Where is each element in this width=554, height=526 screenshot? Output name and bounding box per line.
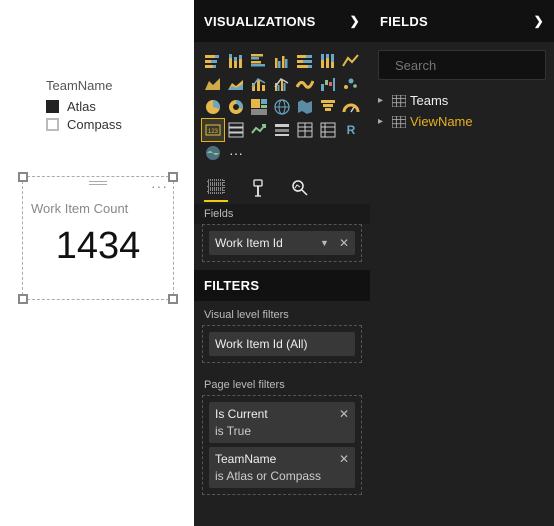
line-stacked-column-icon[interactable] [248, 73, 270, 95]
arcgis-map-icon[interactable] [202, 142, 224, 164]
stacked-column-chart-icon[interactable] [225, 50, 247, 72]
slicer-option[interactable]: Atlas [46, 99, 122, 114]
filled-map-icon[interactable] [294, 96, 316, 118]
slicer-option-label: Compass [67, 117, 122, 132]
svg-text:123: 123 [208, 129, 219, 135]
line-clustered-column-icon[interactable] [271, 73, 293, 95]
scatter-chart-icon[interactable] [340, 73, 362, 95]
pane-title: VISUALIZATIONS [204, 14, 316, 29]
visualizations-pane: VISUALIZATIONS ❯ 123 R [194, 0, 370, 526]
filter-chip[interactable]: Is Current ✕ is True [209, 402, 355, 443]
resize-handle[interactable] [18, 294, 28, 304]
more-options-icon[interactable]: ··· [151, 181, 168, 191]
remove-filter-icon[interactable]: ✕ [339, 452, 349, 466]
pie-chart-icon[interactable] [202, 96, 224, 118]
caret-right-icon: ▸ [378, 116, 388, 127]
filter-name: TeamName [215, 452, 276, 466]
kpi-icon[interactable] [248, 119, 270, 141]
fields-well[interactable]: Work Item Id ▼ ✕ [202, 224, 362, 262]
gauge-icon[interactable] [340, 96, 362, 118]
filter-chip-label: Work Item Id (All) [215, 337, 307, 351]
chevron-right-icon[interactable]: ❯ [534, 14, 544, 28]
report-canvas[interactable]: TeamName Atlas Compass ··· Work Item Cou… [0, 0, 194, 526]
pane-header[interactable]: VISUALIZATIONS ❯ [194, 0, 370, 42]
checkbox-checked-icon[interactable] [46, 100, 59, 113]
slicer-option[interactable]: Compass [46, 117, 122, 132]
remove-field-icon[interactable]: ✕ [339, 236, 349, 250]
clustered-column-chart-icon[interactable] [271, 50, 293, 72]
card-value: 1434 [23, 225, 173, 268]
stacked-bar-chart-icon[interactable] [202, 50, 224, 72]
donut-chart-icon[interactable] [225, 96, 247, 118]
page-filters-label: Page level filters [194, 371, 370, 395]
caret-right-icon: ▸ [378, 95, 388, 106]
field-chip-label: Work Item Id [215, 236, 283, 250]
remove-filter-icon[interactable]: ✕ [339, 407, 349, 421]
filter-name: Is Current [215, 407, 268, 421]
area-chart-icon[interactable] [202, 73, 224, 95]
chevron-right-icon[interactable]: ❯ [350, 14, 360, 28]
fields-tree: ▸ Teams ▸ ViewName [370, 88, 554, 134]
table-node[interactable]: ▸ ViewName [376, 111, 548, 132]
r-script-visual-icon[interactable]: R [340, 119, 362, 141]
filter-desc: is Atlas or Compass [215, 469, 349, 483]
filters-header: FILTERS [194, 270, 370, 301]
resize-handle[interactable] [168, 172, 178, 182]
format-tab[interactable] [246, 178, 270, 202]
ribbon-chart-icon[interactable] [294, 73, 316, 95]
card-visual[interactable]: ··· Work Item Count 1434 [22, 176, 174, 300]
search-field[interactable] [378, 50, 546, 80]
page-filters-well[interactable]: Is Current ✕ is True TeamName ✕ is Atlas… [202, 395, 362, 495]
filter-chip[interactable]: Work Item Id (All) [209, 332, 355, 356]
map-icon[interactable] [271, 96, 293, 118]
search-input[interactable] [395, 58, 554, 73]
visual-filters-label: Visual level filters [194, 301, 370, 325]
fields-pane: FIELDS ❯ ▸ Teams ▸ ViewName [370, 0, 554, 526]
visualization-gallery: 123 R ··· [194, 42, 370, 170]
table-icon [392, 95, 406, 107]
table-label: ViewName [410, 114, 473, 129]
card-title: Work Item Count [31, 201, 128, 216]
table-label: Teams [410, 93, 448, 108]
line-chart-icon[interactable] [340, 50, 362, 72]
multi-row-card-icon[interactable] [225, 119, 247, 141]
resize-handle[interactable] [168, 294, 178, 304]
checkbox-unchecked-icon[interactable] [46, 118, 59, 131]
resize-handle[interactable] [18, 172, 28, 182]
matrix-icon[interactable] [317, 119, 339, 141]
slicer-option-label: Atlas [67, 99, 96, 114]
card-visual-icon[interactable]: 123 [202, 119, 224, 141]
treemap-icon[interactable] [248, 96, 270, 118]
field-chip[interactable]: Work Item Id ▼ ✕ [209, 231, 355, 255]
funnel-chart-icon[interactable] [317, 96, 339, 118]
waterfall-chart-icon[interactable] [317, 73, 339, 95]
hundred-stacked-column-icon[interactable] [317, 50, 339, 72]
analytics-tab[interactable] [288, 178, 312, 202]
slicer-visual[interactable]: TeamName Atlas Compass [46, 78, 122, 132]
table-icon [392, 116, 406, 128]
pane-title: FIELDS [380, 14, 428, 29]
drag-handle-icon[interactable] [89, 180, 107, 186]
hundred-stacked-bar-icon[interactable] [294, 50, 316, 72]
slicer-title: TeamName [46, 78, 122, 93]
filter-desc: is True [215, 424, 349, 438]
import-custom-visual-icon[interactable]: ··· [225, 142, 247, 164]
chevron-down-icon[interactable]: ▼ [320, 238, 329, 248]
property-tabs [194, 170, 370, 204]
table-icon[interactable] [294, 119, 316, 141]
clustered-bar-chart-icon[interactable] [248, 50, 270, 72]
fields-tab[interactable] [204, 178, 228, 202]
visual-filters-well[interactable]: Work Item Id (All) [202, 325, 362, 363]
filter-chip[interactable]: TeamName ✕ is Atlas or Compass [209, 447, 355, 488]
slicer-icon[interactable] [271, 119, 293, 141]
stacked-area-chart-icon[interactable] [225, 73, 247, 95]
pane-header[interactable]: FIELDS ❯ [370, 0, 554, 42]
table-node[interactable]: ▸ Teams [376, 90, 548, 111]
svg-text:R: R [347, 123, 356, 137]
fields-section-label: Fields [194, 204, 370, 224]
